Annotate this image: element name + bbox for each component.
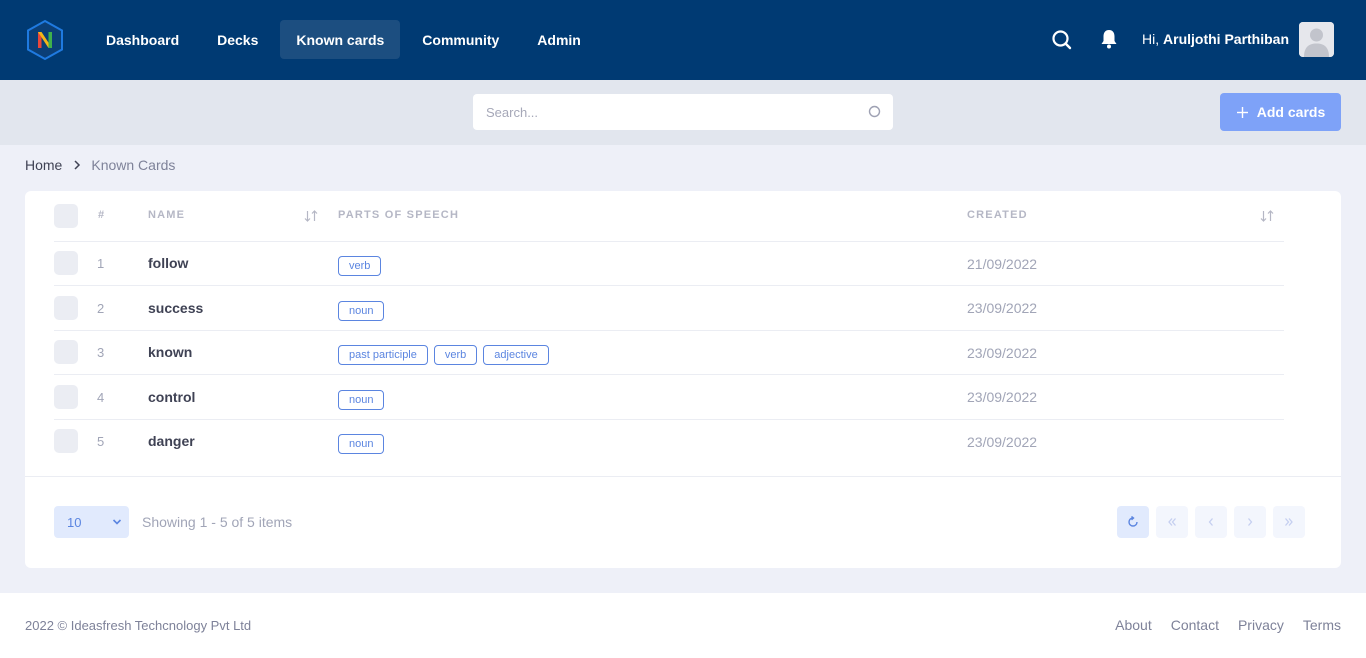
- parts-of-speech: past participle verb adjective: [338, 345, 549, 365]
- created-date: 23/09/2022: [967, 389, 1038, 405]
- user-greeting: Hi, Aruljothi Parthiban: [1142, 31, 1289, 47]
- chevrons-right-icon: [1285, 518, 1293, 526]
- breadcrumb-home[interactable]: Home: [25, 157, 62, 173]
- header-created[interactable]: CREATED: [967, 209, 1028, 221]
- nav-known-cards[interactable]: Known cards: [280, 20, 401, 59]
- parts-of-speech: noun: [338, 390, 385, 410]
- pos-tag: verb: [433, 345, 478, 365]
- row-number: 3: [97, 345, 105, 360]
- plus-icon: [1236, 106, 1248, 118]
- footer-link-contact[interactable]: Contact: [1171, 617, 1219, 633]
- row-checkbox[interactable]: [54, 429, 78, 453]
- sort-created-icon[interactable]: [1260, 210, 1274, 222]
- bell-icon[interactable]: [1097, 27, 1121, 51]
- breadcrumb-current: Known Cards: [91, 157, 176, 173]
- pos-tag: past participle: [338, 345, 428, 365]
- pos-tag: noun: [338, 434, 385, 454]
- pos-tag: noun: [338, 301, 385, 321]
- chevron-right-icon: [1248, 518, 1253, 526]
- search-icon[interactable]: [1050, 28, 1074, 52]
- sub-header: Add cards: [0, 80, 1366, 145]
- header-parts-of-speech: PARTS OF SPEECH: [338, 209, 460, 221]
- chevron-left-icon: [1208, 518, 1213, 526]
- parts-of-speech: noun: [338, 434, 385, 454]
- greeting-prefix: Hi,: [1142, 31, 1160, 47]
- prev-page-button[interactable]: [1195, 506, 1227, 538]
- chevron-right-icon: [74, 160, 81, 170]
- parts-of-speech: verb: [338, 256, 382, 276]
- main-nav: Dashboard Decks Known cards Community Ad…: [90, 20, 597, 59]
- row-number: 4: [97, 390, 105, 405]
- card-name[interactable]: success: [148, 300, 203, 316]
- row-checkbox[interactable]: [54, 251, 78, 275]
- created-date: 23/09/2022: [967, 345, 1038, 361]
- footer-link-privacy[interactable]: Privacy: [1238, 617, 1284, 633]
- header-number: #: [98, 209, 106, 221]
- add-cards-button[interactable]: Add cards: [1220, 93, 1341, 131]
- row-number: 2: [97, 301, 105, 316]
- avatar-silhouette-icon: [1299, 22, 1334, 57]
- pos-tag: adjective: [483, 345, 549, 365]
- row-number: 5: [97, 434, 105, 449]
- search-icon[interactable]: [868, 105, 881, 118]
- known-cards-card: # NAME PARTS OF SPEECH CREATED 1 follow …: [25, 191, 1341, 568]
- page-footer: 2022 © Ideasfresh Techcnology Pvt Ltd Ab…: [0, 593, 1366, 658]
- created-date: 23/09/2022: [967, 434, 1038, 450]
- refresh-button[interactable]: [1117, 506, 1149, 538]
- pos-tag: verb: [338, 256, 382, 276]
- n-hexagon-logo[interactable]: [24, 19, 66, 61]
- nav-admin[interactable]: Admin: [521, 20, 597, 59]
- first-page-button[interactable]: [1156, 506, 1188, 538]
- chevron-down-icon: [112, 519, 122, 525]
- page-size-value: 10: [67, 514, 82, 530]
- card-name[interactable]: follow: [148, 255, 188, 271]
- table-row[interactable]: 2 success noun 23/09/2022: [54, 286, 1284, 331]
- refresh-icon: [1128, 516, 1138, 527]
- row-checkbox[interactable]: [54, 385, 78, 409]
- header-name[interactable]: NAME: [148, 209, 185, 221]
- footer-link-about[interactable]: About: [1115, 617, 1152, 633]
- next-page-button[interactable]: [1234, 506, 1266, 538]
- user-avatar[interactable]: [1299, 22, 1334, 57]
- pos-tag: noun: [338, 390, 385, 410]
- table-row[interactable]: 1 follow verb 21/09/2022: [54, 242, 1284, 286]
- search-input[interactable]: [473, 94, 853, 130]
- row-number: 1: [97, 256, 105, 271]
- sort-name-icon[interactable]: [304, 210, 318, 222]
- table-footer-divider: [25, 476, 1341, 477]
- nav-decks[interactable]: Decks: [201, 20, 274, 59]
- footer-links: About Contact Privacy Terms: [1115, 617, 1341, 633]
- breadcrumb: Home Known Cards: [25, 156, 175, 174]
- add-cards-label: Add cards: [1256, 104, 1326, 120]
- card-name[interactable]: danger: [148, 433, 195, 449]
- top-navbar: Dashboard Decks Known cards Community Ad…: [0, 0, 1366, 80]
- last-page-button[interactable]: [1273, 506, 1305, 538]
- card-name[interactable]: control: [148, 389, 195, 405]
- page-size-select[interactable]: 10: [54, 506, 129, 538]
- user-name[interactable]: Aruljothi Parthiban: [1163, 31, 1289, 47]
- row-checkbox[interactable]: [54, 296, 78, 320]
- nav-community[interactable]: Community: [406, 20, 515, 59]
- search-box: [473, 94, 893, 130]
- select-all-checkbox[interactable]: [54, 204, 78, 228]
- parts-of-speech: noun: [338, 301, 385, 321]
- table-row[interactable]: 3 known past participle verb adjective 2…: [54, 331, 1284, 375]
- created-date: 21/09/2022: [967, 256, 1038, 272]
- table-row[interactable]: 5 danger noun 23/09/2022: [54, 420, 1284, 464]
- footer-link-terms[interactable]: Terms: [1303, 617, 1341, 633]
- copyright-text: 2022 © Ideasfresh Techcnology Pvt Ltd: [25, 618, 252, 633]
- chevrons-left-icon: [1168, 518, 1176, 526]
- created-date: 23/09/2022: [967, 300, 1038, 316]
- nav-dashboard[interactable]: Dashboard: [90, 20, 195, 59]
- row-checkbox[interactable]: [54, 340, 78, 364]
- card-name[interactable]: known: [148, 344, 192, 360]
- table-row[interactable]: 4 control noun 23/09/2022: [54, 375, 1284, 420]
- pagination-info: Showing 1 - 5 of 5 items: [142, 514, 293, 530]
